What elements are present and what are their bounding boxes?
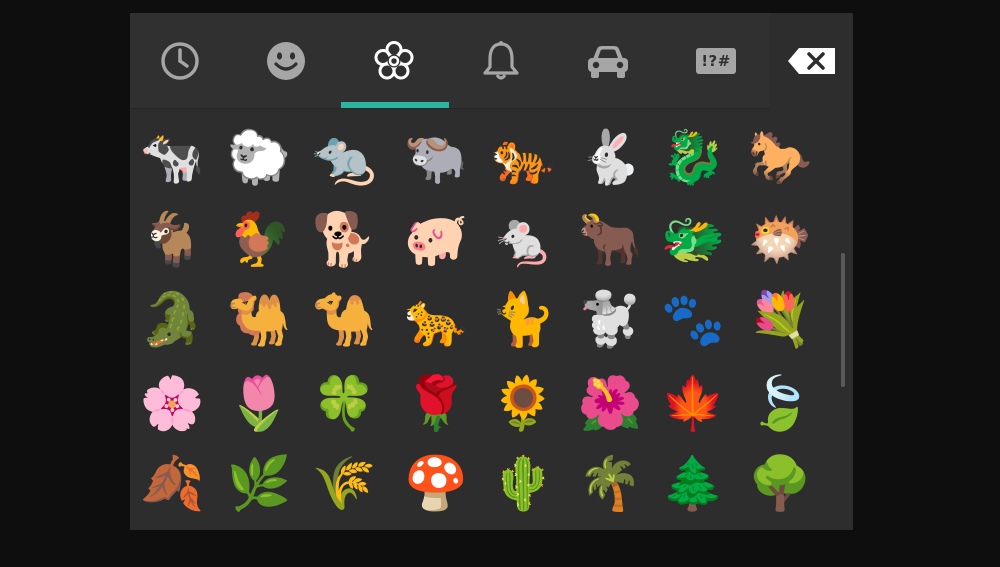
emoji-cow[interactable]: 🐄 (130, 116, 214, 200)
emoji-paw-prints[interactable]: 🐾 (651, 278, 735, 362)
tab-recent[interactable] (130, 13, 230, 108)
emoji-camel[interactable]: 🐪 (302, 278, 386, 362)
emoji-rabbit[interactable]: 🐇 (568, 116, 652, 200)
backspace-button[interactable] (770, 13, 853, 108)
clock-icon (161, 41, 199, 80)
emoji-mouse[interactable]: 🐁 (481, 198, 565, 282)
emoji-dragon-face[interactable]: 🐲 (651, 198, 735, 282)
emoji-tulip[interactable]: 🌷 (217, 362, 301, 446)
emoji-pig[interactable]: 🐖 (394, 198, 478, 282)
emoji-grid-scrollbar[interactable] (841, 253, 845, 387)
emoji-rooster[interactable]: 🐓 (217, 198, 301, 282)
emoji-tiger[interactable]: 🐅 (481, 116, 565, 200)
emoji-hibiscus[interactable]: 🌺 (568, 362, 652, 446)
backspace-icon (787, 47, 835, 74)
emoji-leaf-fluttering[interactable]: 🍃 (738, 362, 822, 446)
tab-smileys[interactable] (236, 13, 336, 108)
emoji-sheaf-of-rice[interactable]: 🌾 (302, 442, 386, 526)
emoji-cherry-blossom[interactable]: 🌸 (130, 362, 214, 446)
emoji-grid: 🐄 🐑 🐀 🐃 🐅 🐇 🐉 🐎 🐐 🐓 🐕 🐖 🐁 🐂 🐲 🐡 🐊 🐫 🐪 🐆 🐈 🐩 🐾 💐 🌸 🌷 🍀 🌹 🌻 🌺 🍁 🍃 🍂 🌿 🌾 🍄 🌵 🌴 🌲 🌳 (130, 111, 853, 530)
emoji-rat[interactable]: 🐀 (302, 116, 386, 200)
symbols-icon-label: !?# (701, 51, 731, 70)
tab-symbols[interactable]: !?# (666, 13, 766, 108)
emoji-cat[interactable]: 🐈 (481, 278, 565, 362)
emoji-ox[interactable]: 🐂 (568, 198, 652, 282)
car-icon (588, 45, 628, 78)
smiley-face-icon (267, 41, 305, 80)
emoji-two-hump-camel[interactable]: 🐫 (217, 278, 301, 362)
emoji-palm-tree[interactable]: 🌴 (568, 442, 652, 526)
tab-objects[interactable] (451, 13, 551, 108)
emoji-bouquet[interactable]: 💐 (738, 278, 822, 362)
emoji-sunflower[interactable]: 🌻 (481, 362, 565, 446)
emoji-deciduous-tree[interactable]: 🌳 (738, 442, 822, 526)
emoji-cactus[interactable]: 🌵 (481, 442, 565, 526)
emoji-mushroom[interactable]: 🍄 (394, 442, 478, 526)
emoji-fallen-leaf[interactable]: 🍂 (130, 442, 214, 526)
tab-nature[interactable] (344, 13, 444, 108)
flower-icon (374, 40, 414, 79)
bell-icon (483, 40, 519, 80)
emoji-maple-leaf[interactable]: 🍁 (651, 362, 735, 446)
emoji-keyboard: !?# 🐄 🐑 🐀 🐃 🐅 🐇 🐉 🐎 🐐 🐓 🐕 🐖 🐁 🐂 🐲 🐡 🐊 🐫 🐪 🐆 🐈 🐩 🐾 💐 🌸 🌷 🍀 🌹 🌻 🌺 🍁 🍃 🍂 🌿 🌾 🍄… (130, 13, 853, 530)
emoji-water-buffalo[interactable]: 🐃 (394, 116, 478, 200)
emoji-category-tabbar: !?# (130, 13, 770, 109)
emoji-rose[interactable]: 🌹 (394, 362, 478, 446)
emoji-evergreen-tree[interactable]: 🌲 (651, 442, 735, 526)
emoji-goat[interactable]: 🐐 (130, 198, 214, 282)
selected-tab-indicator (341, 102, 449, 108)
emoji-dragon[interactable]: 🐉 (651, 116, 735, 200)
tab-places[interactable] (558, 13, 658, 108)
emoji-leopard[interactable]: 🐆 (394, 278, 478, 362)
emoji-horse[interactable]: 🐎 (738, 116, 822, 200)
emoji-poodle[interactable]: 🐩 (568, 278, 652, 362)
emoji-four-leaf-clover[interactable]: 🍀 (302, 362, 386, 446)
emoji-herb[interactable]: 🌿 (217, 442, 301, 526)
emoji-sheep[interactable]: 🐑 (217, 116, 301, 200)
emoji-crocodile[interactable]: 🐊 (130, 278, 214, 362)
symbols-icon: !?# (696, 47, 736, 74)
emoji-blowfish[interactable]: 🐡 (738, 198, 822, 282)
emoji-dog[interactable]: 🐕 (302, 198, 386, 282)
